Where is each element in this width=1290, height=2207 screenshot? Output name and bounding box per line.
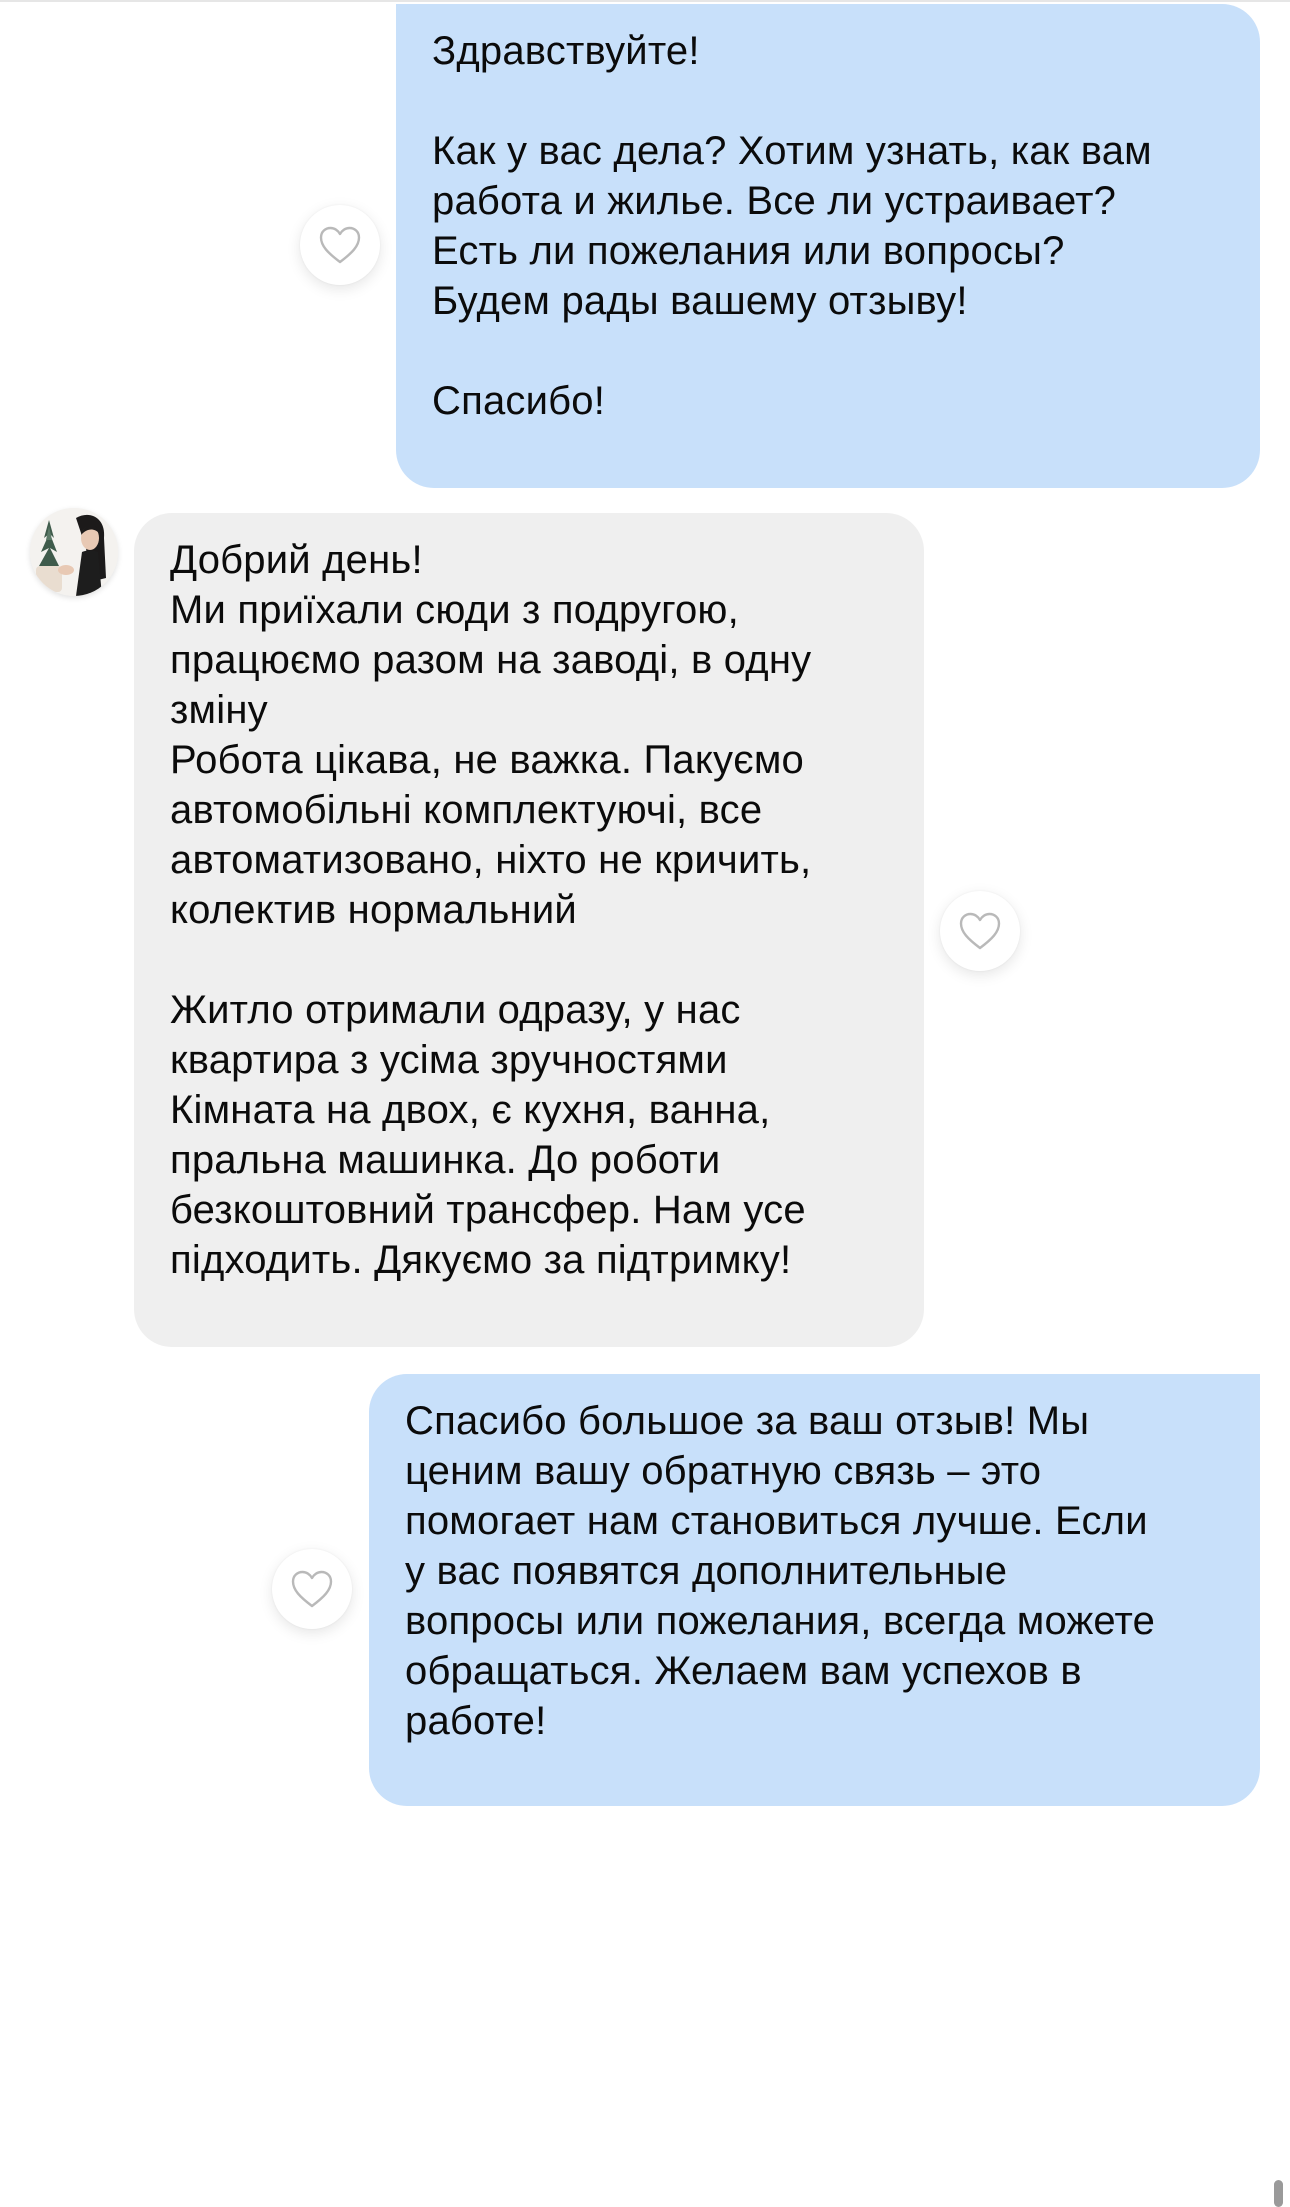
outgoing-message-bubble[interactable]: Здравствуйте! Как у вас дела? Хотим узна… xyxy=(396,4,1260,488)
top-divider xyxy=(0,0,1290,2)
avatar-illustration xyxy=(30,508,118,596)
heart-outline-icon xyxy=(291,1570,333,1608)
like-button[interactable] xyxy=(300,205,380,285)
outgoing-message-bubble[interactable]: Спасибо большое за ваш отзыв! Мы ценим в… xyxy=(369,1374,1260,1806)
incoming-message-bubble[interactable]: Добрий день! Ми приїхали сюди з подругою… xyxy=(134,513,924,1347)
like-button[interactable] xyxy=(940,891,1020,971)
heart-outline-icon xyxy=(319,226,361,264)
scrollbar-thumb[interactable] xyxy=(1274,2180,1283,2207)
sender-avatar[interactable] xyxy=(30,508,118,596)
like-button[interactable] xyxy=(272,1549,352,1629)
heart-outline-icon xyxy=(959,912,1001,950)
